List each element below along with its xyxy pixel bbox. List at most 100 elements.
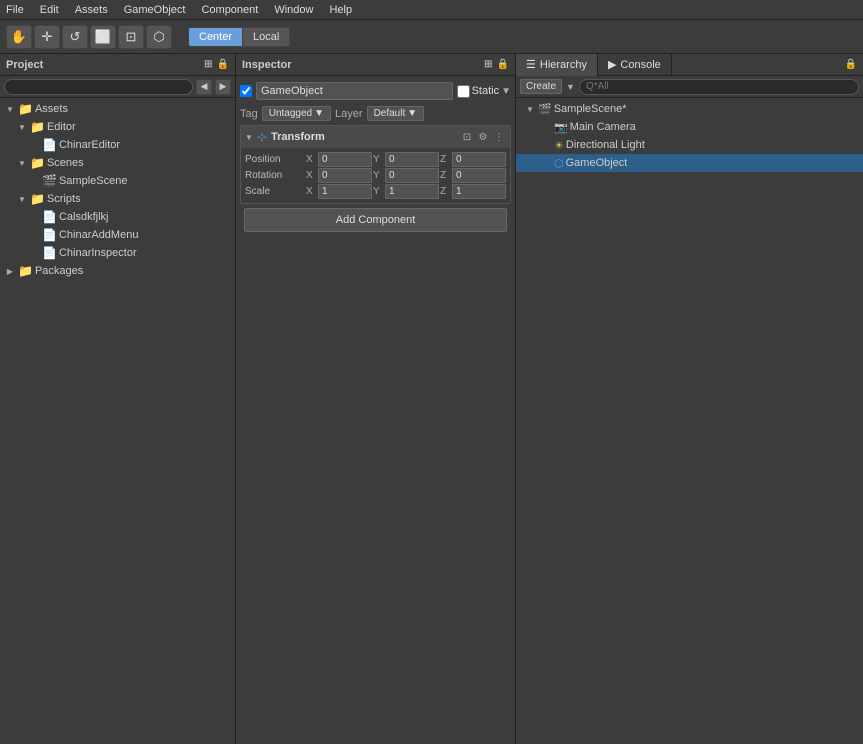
project-panel-expand[interactable]: ⊞ [204, 59, 212, 70]
local-button[interactable]: Local [243, 28, 289, 46]
center-button[interactable]: Center [189, 28, 243, 46]
position-z-input[interactable] [452, 152, 506, 167]
scale-label: Scale [245, 184, 305, 199]
rotation-label: Rotation [245, 168, 305, 183]
scale-z-input[interactable] [452, 184, 506, 199]
project-search-next[interactable]: ▶ [215, 79, 231, 95]
move-tool-button[interactable]: ✛ [34, 25, 60, 49]
hierarchy-create-button[interactable]: Create [520, 79, 562, 94]
pos-z-axis: Z [440, 154, 450, 165]
hierarchy-search-input[interactable] [579, 79, 859, 95]
menu-assets[interactable]: Assets [73, 4, 110, 16]
transform-tool-1[interactable]: ⊡ [460, 130, 474, 144]
hierarchy-content: ▼ 🎬 SampleScene* 📷 Main Camera ☀ Directi… [516, 98, 863, 744]
tab-hierarchy[interactable]: ☰ Hierarchy [516, 54, 598, 76]
tree-item-chinar-inspector[interactable]: 📄 ChinarInspector [0, 244, 235, 262]
project-panel-title: Project [6, 59, 43, 71]
inspector-lock[interactable]: 🔒 [497, 59, 509, 70]
transform-tools: ⊡ ⚙ ⋮ [460, 130, 506, 144]
layer-dropdown[interactable]: Default ▼ [367, 106, 425, 121]
tag-dropdown-arrow: ▼ [314, 108, 324, 119]
toolbar: ✋ ✛ ↺ ⬜ ⊡ ⬡ Center Local [0, 20, 863, 54]
transform-title: Transform [271, 131, 456, 143]
transform-grid: Position X Y Z Rotation [241, 148, 510, 203]
camera-icon: 📷 [554, 121, 568, 134]
tree-item-calsdkfjlkj[interactable]: 📄 Calsdkfjlkj [0, 208, 235, 226]
transform-arrow: ▼ [245, 133, 253, 142]
add-component-button[interactable]: Add Component [244, 208, 507, 232]
scale-x-cell: X [306, 184, 372, 199]
tree-item-editor[interactable]: ▼ 📁 Editor [0, 118, 235, 136]
gameobject-header: Static ▼ [240, 82, 511, 100]
tree-item-chinar-editor[interactable]: 📄 ChinarEditor [0, 136, 235, 154]
project-panel-header: Project ⊞ 🔒 [0, 54, 235, 76]
menu-bar: File Edit Assets GameObject Component Wi… [0, 0, 863, 20]
transform-tool-3[interactable]: ⋮ [492, 130, 506, 144]
menu-edit[interactable]: Edit [38, 4, 61, 16]
tab-bar: ☰ Hierarchy ▶ Console 🔒 [516, 54, 863, 76]
rect-tool-button[interactable]: ⊡ [118, 25, 144, 49]
tag-value: Untagged [269, 108, 312, 119]
position-x-cell: X [306, 152, 372, 167]
tree-item-scripts[interactable]: ▼ 📁 Scripts [0, 190, 235, 208]
menu-file[interactable]: File [4, 4, 26, 16]
static-checkbox[interactable] [457, 85, 470, 98]
hand-tool-button[interactable]: ✋ [6, 25, 32, 49]
tree-item-assets[interactable]: ▼ 📁 Assets [0, 100, 235, 118]
static-dropdown[interactable]: ▼ [501, 86, 511, 97]
position-x-input[interactable] [318, 152, 372, 167]
scale-y-axis: Y [373, 186, 383, 197]
pos-y-axis: Y [373, 154, 383, 165]
main-layout: Project ⊞ 🔒 ◀ ▶ ▼ 📁 Assets ▼ 📁 Editor [0, 54, 863, 744]
tree-item-scenes[interactable]: ▼ 📁 Scenes [0, 154, 235, 172]
hierarchy-lock[interactable]: 🔒 [845, 59, 863, 70]
inspector-panel: Inspector ⊞ 🔒 Static ▼ Tag [236, 54, 516, 744]
create-dropdown-arrow[interactable]: ▼ [566, 82, 575, 92]
menu-gameobject[interactable]: GameObject [122, 4, 188, 16]
project-search-input[interactable] [4, 79, 193, 95]
transform-tool-button[interactable]: ⬡ [146, 25, 172, 49]
rotate-tool-button[interactable]: ↺ [62, 25, 88, 49]
rot-y-axis: Y [373, 170, 383, 181]
gameobject-name-input[interactable] [256, 82, 453, 100]
hierarchy-scene[interactable]: ▼ 🎬 SampleScene* [516, 100, 863, 118]
scene-label: SampleScene* [554, 103, 627, 115]
tab-console[interactable]: ▶ Console [598, 54, 672, 76]
rotation-x-input[interactable] [318, 168, 372, 183]
rotation-y-input[interactable] [385, 168, 439, 183]
position-label: Position [245, 152, 305, 167]
inspector-content: Static ▼ Tag Untagged ▼ Layer Default ▼ [236, 76, 515, 240]
scale-tool-button[interactable]: ⬜ [90, 25, 116, 49]
hierarchy-directional-light[interactable]: ☀ Directional Light [516, 136, 863, 154]
tree-item-chinar-add-menu[interactable]: 📄 ChinarAddMenu [0, 226, 235, 244]
rotation-z-input[interactable] [452, 168, 506, 183]
tree-item-sample-scene[interactable]: 🎬 SampleScene [0, 172, 235, 190]
project-tree: ▼ 📁 Assets ▼ 📁 Editor 📄 ChinarEditor ▼ 📁… [0, 98, 235, 744]
project-search-prev[interactable]: ◀ [196, 79, 212, 95]
project-panel: Project ⊞ 🔒 ◀ ▶ ▼ 📁 Assets ▼ 📁 Editor [0, 54, 236, 744]
scale-x-input[interactable] [318, 184, 372, 199]
inspector-expand[interactable]: ⊞ [484, 59, 492, 70]
hierarchy-tab-label: Hierarchy [540, 59, 587, 71]
project-panel-lock[interactable]: 🔒 [217, 59, 229, 70]
tree-item-packages[interactable]: ▶ 📁 Packages [0, 262, 235, 280]
menu-help[interactable]: Help [327, 4, 354, 16]
menu-component[interactable]: Component [199, 4, 260, 16]
gameobject-active-checkbox[interactable] [240, 85, 252, 97]
static-label: Static [472, 85, 500, 97]
gameobject-checkbox[interactable] [240, 85, 252, 97]
tag-dropdown[interactable]: Untagged ▼ [262, 106, 331, 121]
transform-header[interactable]: ▼ ⊹ Transform ⊡ ⚙ ⋮ [241, 126, 510, 148]
rotation-z-cell: Z [440, 168, 506, 183]
hierarchy-main-camera[interactable]: 📷 Main Camera [516, 118, 863, 136]
transform-icon: ⊹ [257, 130, 267, 144]
menu-window[interactable]: Window [272, 4, 315, 16]
scale-y-input[interactable] [385, 184, 439, 199]
rotation-x-cell: X [306, 168, 372, 183]
position-y-cell: Y [373, 152, 439, 167]
rot-z-axis: Z [440, 170, 450, 181]
hierarchy-gameobject[interactable]: ⬡ GameObject [516, 154, 863, 172]
position-y-input[interactable] [385, 152, 439, 167]
transform-tool-2[interactable]: ⚙ [476, 130, 490, 144]
gameobject-label: GameObject [566, 157, 628, 169]
